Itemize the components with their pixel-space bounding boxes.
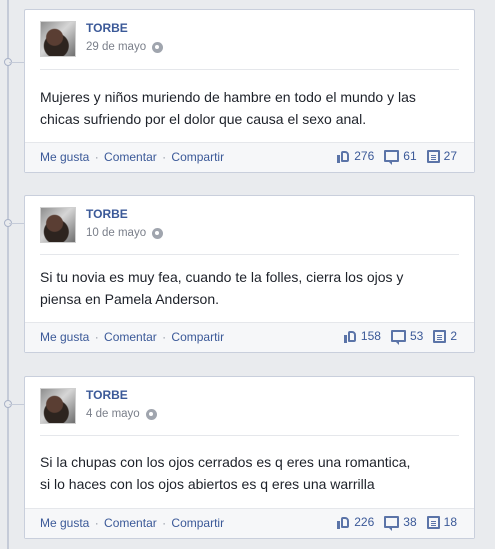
- post-header: TORBE 4 de mayo: [25, 377, 474, 433]
- like-count-value: 158: [360, 329, 381, 343]
- share-count[interactable]: 18: [426, 515, 457, 529]
- share-button[interactable]: Compartir: [171, 516, 224, 530]
- separator: ·: [162, 150, 167, 164]
- post-header: TORBE 10 de mayo: [25, 196, 474, 252]
- like-count-value: 226: [354, 515, 375, 529]
- separator: ·: [94, 516, 99, 530]
- comment-icon: [390, 330, 406, 345]
- comment-count-value: 61: [403, 149, 417, 163]
- comment-count-value: 53: [409, 329, 424, 343]
- comment-button[interactable]: Comentar: [104, 330, 157, 344]
- post-text-line: piensa en Pamela Anderson.: [40, 291, 220, 307]
- share-icon: [433, 329, 447, 343]
- timeline-line: [7, 0, 9, 549]
- separator: ·: [94, 150, 99, 164]
- action-bar: Me gusta · Comentar · Compartir 226 38 1…: [25, 508, 474, 538]
- separator: ·: [94, 330, 99, 344]
- post-date[interactable]: 29 de mayo: [86, 41, 146, 53]
- separator: ·: [162, 516, 167, 530]
- share-icon: [426, 515, 440, 529]
- thumbs-up-icon: [337, 150, 350, 163]
- avatar[interactable]: [40, 207, 76, 243]
- timeline-connector: [9, 223, 25, 224]
- post-actions: Me gusta · Comentar · Compartir: [40, 516, 224, 530]
- share-button[interactable]: Compartir: [171, 330, 224, 344]
- like-button[interactable]: Me gusta: [40, 516, 89, 530]
- timeline-connector: [9, 404, 25, 405]
- post-counts: 226 38 18: [337, 515, 457, 531]
- thumbs-up-icon: [337, 516, 350, 529]
- timeline-connector: [9, 62, 25, 63]
- like-count[interactable]: 158: [343, 329, 381, 343]
- globe-icon[interactable]: [152, 41, 164, 53]
- divider: [40, 254, 459, 255]
- post-date-line: 4 de mayo: [86, 408, 157, 420]
- post-text: Si la chupas con los ojos cerrados es q …: [40, 451, 452, 495]
- post-text-line: Si tu novia es muy fea, cuando te la fol…: [40, 269, 404, 285]
- author-name[interactable]: TORBE: [86, 207, 128, 221]
- share-count[interactable]: 27: [426, 149, 457, 163]
- comment-icon: [384, 150, 400, 165]
- share-button[interactable]: Compartir: [171, 150, 224, 164]
- post-header: TORBE 29 de mayo: [25, 10, 474, 66]
- post-text-line: Mujeres y niños muriendo de hambre en to…: [40, 89, 416, 105]
- author-name[interactable]: TORBE: [86, 388, 128, 402]
- post-date-line: 10 de mayo: [86, 227, 164, 239]
- post-date[interactable]: 4 de mayo: [86, 408, 140, 420]
- thumbs-up-icon: [343, 330, 357, 343]
- post-text: Mujeres y niños muriendo de hambre en to…: [40, 86, 452, 130]
- post-text-line: si lo haces con los ojos abiertos es q e…: [40, 476, 375, 492]
- action-bar: Me gusta · Comentar · Compartir 158 53 2: [25, 322, 474, 352]
- comment-button[interactable]: Comentar: [104, 150, 157, 164]
- post-text: Si tu novia es muy fea, cuando te la fol…: [40, 266, 452, 310]
- comment-count-value: 38: [403, 515, 417, 529]
- share-count-value: 18: [443, 515, 457, 529]
- like-button[interactable]: Me gusta: [40, 150, 89, 164]
- globe-icon[interactable]: [152, 227, 164, 239]
- divider: [40, 435, 459, 436]
- post-text-line: Si la chupas con los ojos cerrados es q …: [40, 454, 411, 470]
- post-card: TORBE 4 de mayo Si la chupas con los ojo…: [24, 376, 475, 539]
- comment-count[interactable]: 61: [384, 149, 417, 165]
- post-actions: Me gusta · Comentar · Compartir: [40, 330, 224, 344]
- share-count[interactable]: 2: [433, 329, 457, 343]
- post-counts: 158 53 2: [343, 329, 457, 345]
- divider: [40, 69, 459, 70]
- like-count-value: 276: [354, 149, 375, 163]
- share-count-value: 27: [443, 149, 457, 163]
- like-button[interactable]: Me gusta: [40, 330, 89, 344]
- share-icon: [426, 149, 440, 163]
- share-count-value: 2: [450, 329, 457, 343]
- post-counts: 276 61 27: [337, 149, 457, 165]
- comment-count[interactable]: 38: [384, 515, 417, 531]
- author-name[interactable]: TORBE: [86, 21, 128, 35]
- avatar[interactable]: [40, 21, 76, 57]
- post-date-line: 29 de mayo: [86, 41, 164, 53]
- like-count[interactable]: 276: [337, 149, 374, 163]
- post-actions: Me gusta · Comentar · Compartir: [40, 150, 224, 164]
- post-text-line: chicas sufriendo por el dolor que causa …: [40, 111, 367, 127]
- post-card: TORBE 29 de mayo Mujeres y niños muriend…: [24, 9, 475, 173]
- post-date[interactable]: 10 de mayo: [86, 227, 146, 239]
- avatar[interactable]: [40, 388, 76, 424]
- separator: ·: [162, 330, 167, 344]
- globe-icon[interactable]: [145, 408, 157, 420]
- post-card: TORBE 10 de mayo Si tu novia es muy fea,…: [24, 195, 475, 353]
- action-bar: Me gusta · Comentar · Compartir 276 61 2…: [25, 142, 474, 172]
- like-count[interactable]: 226: [337, 515, 374, 529]
- comment-button[interactable]: Comentar: [104, 516, 157, 530]
- comment-count[interactable]: 53: [390, 329, 424, 345]
- comment-icon: [384, 516, 400, 531]
